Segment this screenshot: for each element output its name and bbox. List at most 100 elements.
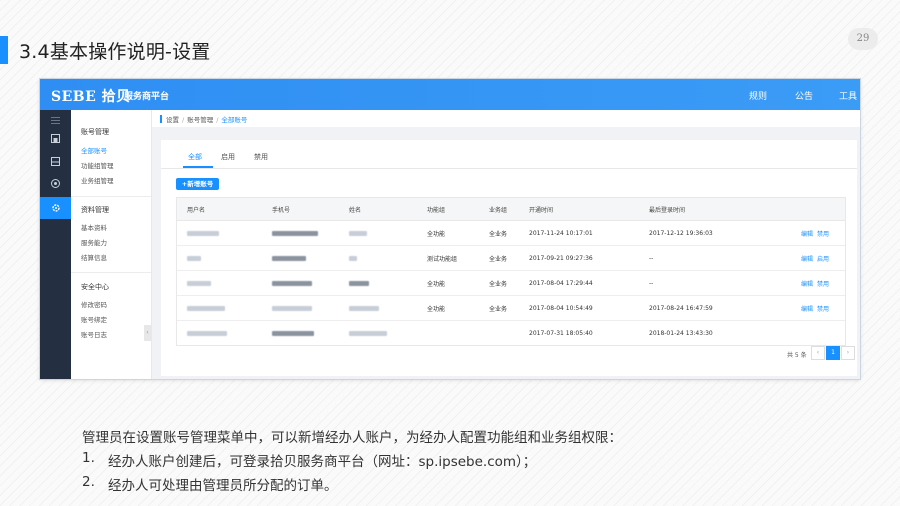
function-group: 全功能 — [427, 305, 446, 313]
gear-icon[interactable] — [40, 197, 71, 219]
last-login-time: 2017-08-24 16:47:59 — [649, 304, 713, 312]
col-header-username: 用户名 — [187, 206, 206, 214]
accounts-panel: 全部 启用 禁用 +新增账号 用户名 手机号 姓名 功能组 业务组 开通时间 最… — [161, 140, 857, 376]
accounts-table: 用户名 手机号 姓名 功能组 业务组 开通时间 最后登录时间 全功能 全业务 2… — [176, 197, 846, 346]
page-number: 29 — [848, 28, 878, 50]
pagination-prev-button[interactable]: ‹ — [811, 346, 825, 360]
business-group: 全业务 — [489, 230, 508, 238]
topnav-announcements[interactable]: 公告 — [795, 89, 813, 102]
business-group: 全业务 — [489, 280, 508, 288]
table-row[interactable]: 2017-07-31 18:05:40 2018-01-24 13:43:30 — [177, 321, 845, 345]
username-redacted — [187, 221, 219, 245]
edit-link[interactable]: 编辑 — [801, 229, 813, 238]
col-header-opened-time: 开通时间 — [529, 206, 554, 214]
col-header-name: 姓名 — [349, 206, 362, 214]
name-redacted — [349, 246, 357, 270]
menu-icon[interactable] — [40, 110, 71, 130]
tabs-divider — [161, 168, 857, 169]
breadcrumb-item-account-management[interactable]: 账号管理 — [187, 116, 213, 124]
function-group: 全功能 — [427, 280, 446, 288]
toggle-status-link[interactable]: 启用 — [817, 254, 829, 263]
submenu-all-accounts[interactable]: 全部账号 — [81, 145, 107, 155]
username-redacted — [187, 296, 225, 320]
add-account-button[interactable]: +新增账号 — [176, 178, 219, 190]
username-redacted — [187, 271, 211, 295]
business-group: 全业务 — [489, 305, 508, 313]
row-actions: 编辑 禁用 — [797, 271, 829, 295]
submenu-account-binding[interactable]: 账号绑定 — [81, 314, 107, 324]
last-login-time: 2017-12-12 19:36:03 — [649, 229, 713, 237]
group-divider — [71, 196, 151, 197]
brand-logo[interactable]: SEBE 拾贝 — [51, 86, 131, 106]
row-actions: 编辑 启用 — [797, 246, 829, 270]
tab-all[interactable]: 全部 — [188, 152, 202, 162]
last-login-time: -- — [649, 279, 654, 287]
table-row[interactable]: 全功能 全业务 2017-08-04 10:54:49 2017-08-24 1… — [177, 296, 845, 321]
phone-redacted — [272, 321, 314, 345]
col-header-last-login: 最后登录时间 — [649, 206, 686, 214]
business-group: 全业务 — [489, 255, 508, 263]
group-divider — [71, 272, 151, 273]
table-row[interactable]: 全功能 全业务 2017-11-24 10:17:01 2017-12-12 1… — [177, 221, 845, 246]
name-redacted — [349, 271, 369, 295]
opened-time: 2017-07-31 18:05:40 — [529, 329, 593, 337]
submenu-service-capability[interactable]: 服务能力 — [81, 237, 107, 247]
icon-sidebar — [40, 110, 71, 379]
row-actions: 编辑 禁用 — [797, 221, 829, 245]
username-redacted — [187, 246, 201, 270]
breadcrumb-marker — [160, 115, 162, 123]
description-point-number: 1. — [82, 450, 95, 466]
slide-title: 3.4基本操作说明-设置 — [19, 41, 211, 63]
submenu-account-log[interactable]: 账号日志 — [81, 329, 107, 339]
breadcrumb: 设置 / 账号管理 / 全部账号 — [152, 110, 860, 127]
name-redacted — [349, 221, 367, 245]
last-login-time: 2018-01-24 13:43:30 — [649, 329, 713, 337]
description-intro: 管理员在设置账号管理菜单中，可以新增经办人账户，为经办人配置功能组和业务组权限： — [82, 430, 622, 446]
tab-enabled[interactable]: 启用 — [221, 152, 235, 162]
edit-link[interactable]: 编辑 — [801, 304, 813, 313]
row-actions: 编辑 禁用 — [797, 296, 829, 320]
group-title-profile: 资料管理 — [81, 206, 109, 214]
toggle-status-link[interactable]: 禁用 — [817, 304, 829, 313]
pagination-next-button[interactable]: › — [841, 346, 855, 360]
topnav-tools[interactable]: 工具 — [839, 89, 857, 102]
toggle-status-link[interactable]: 禁用 — [817, 279, 829, 288]
breadcrumb-separator: / — [216, 116, 219, 124]
group-title-security: 安全中心 — [81, 283, 109, 291]
submenu-function-groups[interactable]: 功能组管理 — [81, 160, 114, 170]
description-point-text: 经办人可处理由管理员所分配的订单。 — [108, 478, 338, 494]
submenu-change-password[interactable]: 修改密码 — [81, 299, 107, 309]
submenu-settlement-info[interactable]: 结算信息 — [81, 252, 107, 262]
edit-link[interactable]: 编辑 — [801, 254, 813, 263]
breadcrumb-item-settings[interactable]: 设置 — [166, 116, 179, 124]
phone-redacted — [272, 221, 318, 245]
compass-icon[interactable] — [40, 173, 71, 193]
pagination-total: 共 5 条 — [787, 352, 807, 359]
table-header: 用户名 手机号 姓名 功能组 业务组 开通时间 最后登录时间 — [177, 198, 845, 221]
topnav-rules[interactable]: 规则 — [749, 89, 767, 102]
col-header-business-group: 业务组 — [489, 206, 508, 214]
phone-redacted — [272, 296, 312, 320]
pagination-page-1[interactable]: 1 — [826, 346, 840, 360]
col-header-phone: 手机号 — [272, 206, 291, 214]
inbox-icon[interactable] — [40, 151, 71, 171]
app-topbar: SEBE 拾贝 服务商平台 规则 公告 工具 — [40, 79, 860, 110]
breadcrumb-separator: / — [182, 116, 185, 124]
submenu-basic-info[interactable]: 基本资料 — [81, 222, 107, 232]
col-header-function-group: 功能组 — [427, 206, 446, 214]
submenu-business-groups[interactable]: 业务组管理 — [81, 175, 114, 185]
toggle-status-link[interactable]: 禁用 — [817, 229, 829, 238]
name-redacted — [349, 321, 387, 345]
collapse-sidebar-handle[interactable]: ‹ — [144, 325, 151, 341]
breadcrumb-trail: 设置 / 账号管理 / 全部账号 — [166, 114, 247, 124]
main-content: 设置 / 账号管理 / 全部账号 全部 启用 禁用 +新增账号 用户名 手机号 姓名 功… — [152, 110, 860, 379]
table-row[interactable]: 测试功能组 全业务 2017-09-21 09:27:36 -- 编辑 启用 — [177, 246, 845, 271]
brand-subtitle: 服务商平台 — [124, 92, 170, 102]
last-login-time: -- — [649, 254, 654, 262]
username-redacted — [187, 321, 227, 345]
edit-link[interactable]: 编辑 — [801, 279, 813, 288]
table-row[interactable]: 全功能 全业务 2017-08-04 17:29:44 -- 编辑 禁用 — [177, 271, 845, 296]
tab-disabled[interactable]: 禁用 — [254, 152, 268, 162]
app-screenshot: SEBE 拾贝 服务商平台 规则 公告 工具 账号管理 全部账号 功能组管理 业… — [40, 79, 860, 379]
store-icon[interactable] — [40, 128, 71, 148]
